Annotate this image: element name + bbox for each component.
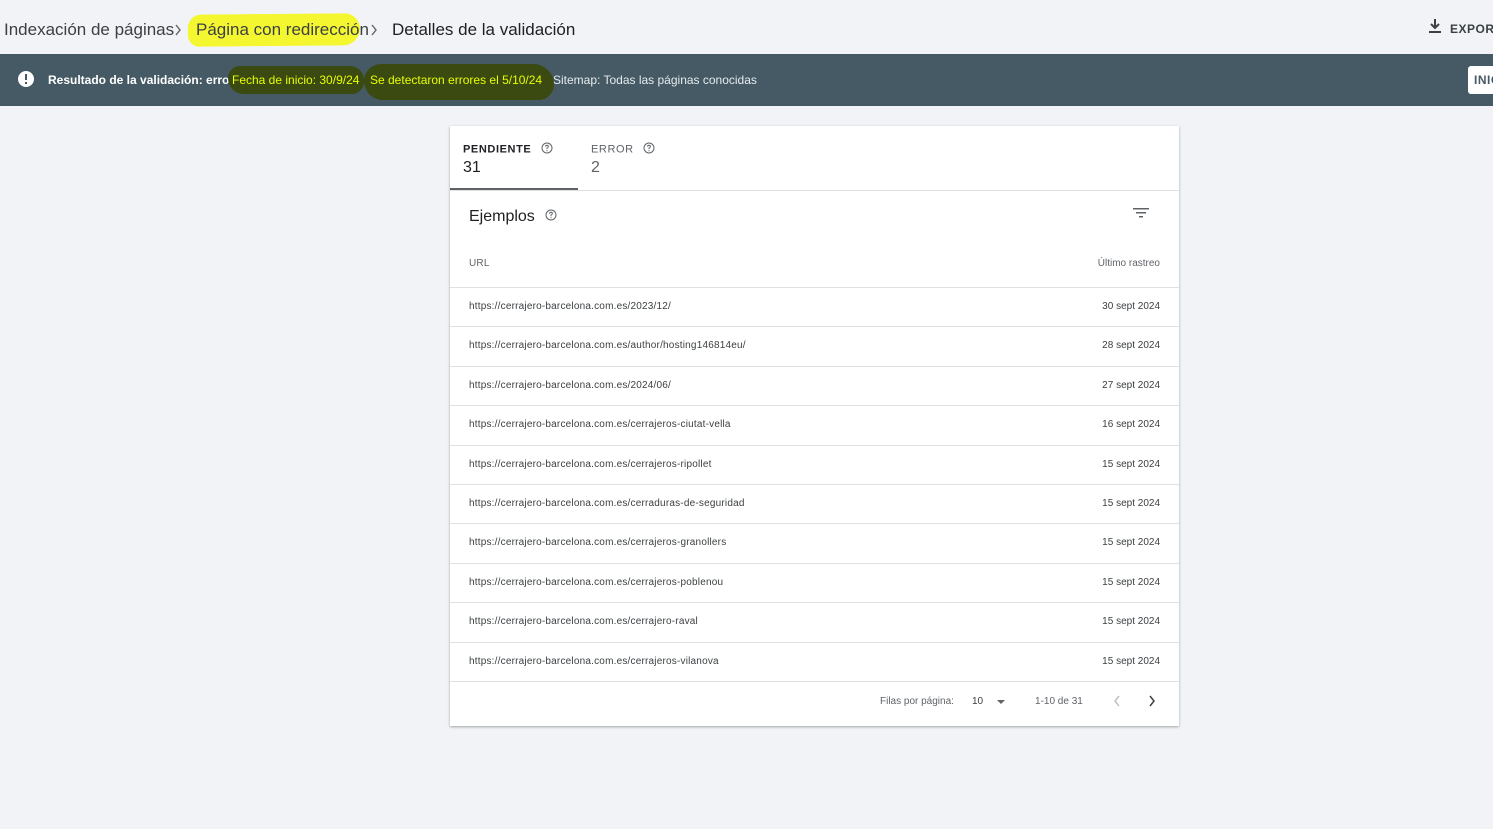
row-date: 15 sept 2024 <box>1102 497 1160 509</box>
help-icon[interactable] <box>545 207 557 227</box>
row-date: 27 sept 2024 <box>1102 379 1160 391</box>
row-date: 15 sept 2024 <box>1102 537 1160 549</box>
chevron-left-icon[interactable] <box>1112 694 1122 711</box>
table-row[interactable]: https://cerrajero-barcelona.com.es/cerra… <box>450 562 1179 602</box>
table-row[interactable]: https://cerrajero-barcelona.com.es/cerra… <box>450 641 1179 681</box>
chevron-right-icon <box>369 22 379 38</box>
rows-per-page-label: Filas por página: <box>880 696 954 707</box>
row-url: https://cerrajero-barcelona.com.es/cerra… <box>469 419 731 431</box>
breadcrumb-item-page-indexing[interactable]: Indexación de páginas <box>4 19 174 41</box>
tab-error-label-row: ERROR <box>591 142 655 157</box>
header: Indexación de páginas Página con redirec… <box>0 0 1493 54</box>
column-header-url[interactable]: URL <box>469 258 490 269</box>
validation-status-banner: Resultado de la validación: error Fecha … <box>0 54 1493 106</box>
row-url: https://cerrajero-barcelona.com.es/cerra… <box>469 497 745 509</box>
chevron-right-icon[interactable] <box>1147 694 1157 711</box>
row-date: 30 sept 2024 <box>1102 301 1160 312</box>
errors-detected-date: Se detectaron errores el 5/10/24 <box>370 73 543 87</box>
row-date: 15 sept 2024 <box>1102 576 1160 588</box>
chevron-right-icon <box>173 22 183 38</box>
breadcrumb-item-redirect-page[interactable]: Página con redirección <box>196 19 369 41</box>
tab-pending-label-row: PENDIENTE <box>463 142 553 157</box>
rows-per-page-select[interactable]: 10 <box>972 696 983 707</box>
row-url: https://cerrajero-barcelona.com.es/2023/… <box>469 301 672 312</box>
tab-pending-label: PENDIENTE <box>463 143 532 156</box>
table-row[interactable]: https://cerrajero-barcelona.com.es/2024/… <box>450 365 1179 405</box>
table-row[interactable]: https://cerrajero-barcelona.com.es/2023/… <box>450 287 1179 326</box>
pagination-range: 1-10 de 31 <box>1035 696 1083 707</box>
row-url: https://cerrajero-barcelona.com.es/cerra… <box>469 616 698 628</box>
export-label: EXPORT <box>1450 21 1493 36</box>
tab-error-count: 2 <box>591 159 600 176</box>
row-date: 15 sept 2024 <box>1102 655 1160 667</box>
table-row[interactable]: https://cerrajero-barcelona.com.es/autho… <box>450 326 1179 365</box>
row-url: https://cerrajero-barcelona.com.es/autho… <box>469 340 746 352</box>
table-row[interactable]: https://cerrajero-barcelona.com.es/cerra… <box>450 602 1179 641</box>
breadcrumb-current-page: Detalles de la validación <box>392 20 576 39</box>
table-row[interactable]: https://cerrajero-barcelona.com.es/cerra… <box>450 405 1179 444</box>
tab-error[interactable]: ERROR 2 <box>578 126 698 190</box>
validation-details-card: PENDIENTE 31 ERROR 2 Ejemplos URL Último… <box>450 126 1179 726</box>
export-button[interactable]: EXPORT <box>1428 18 1493 39</box>
start-date: Fecha de inicio: 30/9/24 <box>232 73 360 87</box>
table-row[interactable]: https://cerrajero-barcelona.com.es/cerra… <box>450 523 1179 562</box>
row-date: 28 sept 2024 <box>1102 340 1160 352</box>
help-icon[interactable] <box>643 142 655 157</box>
error-info-icon <box>17 70 35 88</box>
help-icon[interactable] <box>541 142 553 157</box>
sitemap-info: Sitemap: Todas las páginas conocidas <box>553 73 757 87</box>
table-row[interactable]: https://cerrajero-barcelona.com.es/cerra… <box>450 483 1179 523</box>
column-header-last-crawl[interactable]: Último rastreo <box>1098 258 1160 269</box>
row-url: https://cerrajero-barcelona.com.es/cerra… <box>469 458 712 470</box>
row-date: 15 sept 2024 <box>1102 458 1160 470</box>
tab-pending[interactable]: PENDIENTE 31 <box>450 126 578 190</box>
tab-error-label: ERROR <box>591 143 634 156</box>
tab-pending-count: 31 <box>463 159 481 176</box>
examples-title-row: Ejemplos <box>469 207 557 227</box>
row-url: https://cerrajero-barcelona.com.es/2024/… <box>469 379 672 391</box>
row-date: 16 sept 2024 <box>1102 419 1160 431</box>
row-url: https://cerrajero-barcelona.com.es/cerra… <box>469 655 719 667</box>
row-url: https://cerrajero-barcelona.com.es/cerra… <box>469 576 724 588</box>
dropdown-arrow-icon[interactable] <box>996 698 1006 709</box>
filter-icon[interactable] <box>1132 206 1150 225</box>
row-url: https://cerrajero-barcelona.com.es/cerra… <box>469 537 727 549</box>
examples-table-body: https://cerrajero-barcelona.com.es/2023/… <box>450 287 1179 681</box>
examples-title: Ejemplos <box>469 208 535 226</box>
divider <box>450 681 1179 682</box>
divider <box>450 190 1179 191</box>
table-row[interactable]: https://cerrajero-barcelona.com.es/cerra… <box>450 444 1179 484</box>
start-new-validation-button[interactable]: INIC <box>1468 66 1493 94</box>
validation-result: Resultado de la validación: error <box>48 73 235 87</box>
row-date: 15 sept 2024 <box>1102 616 1160 628</box>
download-icon <box>1428 18 1442 39</box>
